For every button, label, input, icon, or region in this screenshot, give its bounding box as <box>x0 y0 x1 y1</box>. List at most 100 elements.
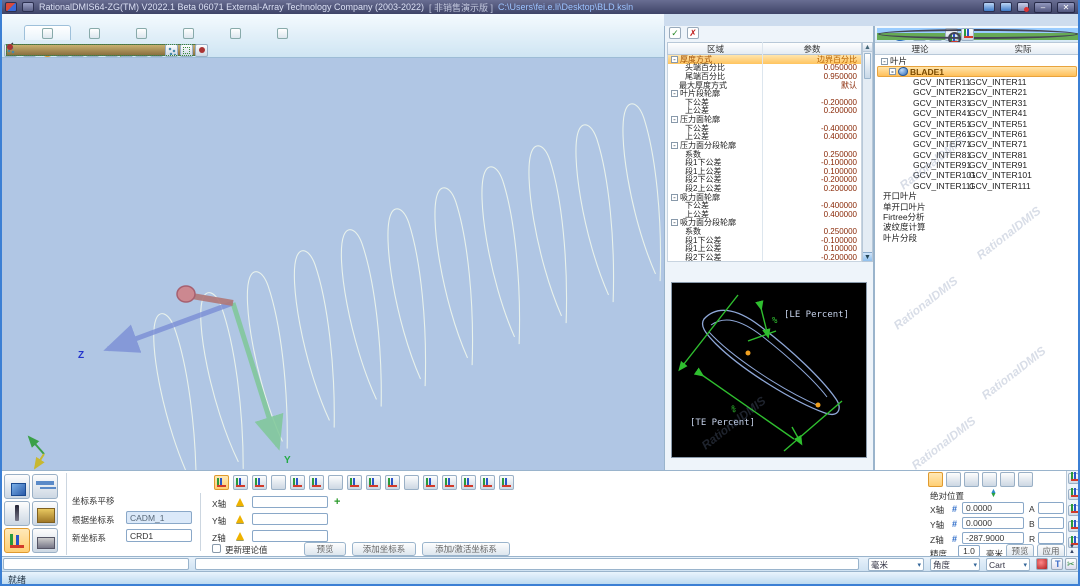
rotary-axis-value[interactable] <box>1038 532 1064 544</box>
coord-display-dropdown[interactable]: Cart ▾ <box>986 558 1030 571</box>
tree-item[interactable]: - BLADE1 <box>875 66 1080 76</box>
win-grid-icon[interactable] <box>1000 2 1012 12</box>
cs-axis-point-icon[interactable] <box>290 475 305 490</box>
y-translate-input[interactable] <box>252 513 328 525</box>
minimize-button[interactable]: – <box>1034 2 1052 13</box>
column-parameter[interactable]: 参数 <box>763 43 861 54</box>
camera-icon[interactable] <box>945 28 957 41</box>
ribbon-tab-graphics[interactable] <box>212 25 259 40</box>
preview-button[interactable]: 预览 <box>304 542 346 556</box>
text-tool-icon[interactable] <box>1051 558 1063 570</box>
unit-length-dropdown[interactable]: 毫米 ▾ <box>868 558 924 571</box>
zoom-window2-icon[interactable] <box>1068 505 1079 516</box>
scroll-down-icon[interactable]: ▼ <box>863 252 872 261</box>
add-activate-cs-button[interactable]: 添加/激活坐标系 <box>422 542 510 556</box>
machine-axis-value[interactable] <box>962 502 1024 514</box>
add-cs-button[interactable]: 添加坐标系 <box>352 542 416 556</box>
rotary-axis-value[interactable] <box>1038 517 1064 529</box>
cs-cad-align-icon[interactable] <box>404 475 419 490</box>
tree-item[interactable]: 叶片分段 <box>875 233 1080 243</box>
ribbon-tab-evaluate[interactable] <box>118 25 165 40</box>
lock-icon[interactable] <box>1017 2 1029 12</box>
refresh-position-icon[interactable]: ▲▼ <box>990 490 997 498</box>
probe-add-icon[interactable] <box>1000 472 1015 487</box>
machine-axis-value[interactable] <box>962 517 1024 529</box>
cs-3point-icon[interactable] <box>309 475 324 490</box>
param-scrollbar[interactable]: ▲ ▼ <box>862 42 873 262</box>
dock-scroll-icons[interactable]: ▼▲ <box>1069 545 1075 555</box>
close-button[interactable]: ✕ <box>1057 2 1075 13</box>
param-row[interactable]: 段2下公差 -0.200000 <box>668 253 861 262</box>
expander-icon[interactable]: - <box>881 58 888 65</box>
tree-item[interactable]: GCV_INTER21 GCV_INTER21 <box>875 87 1080 97</box>
x-translate-input[interactable] <box>252 496 328 508</box>
jog-icon[interactable]: # <box>952 504 957 514</box>
settings-gear-icon[interactable] <box>1068 521 1079 532</box>
unit-angle-dropdown[interactable]: 角度 ▾ <box>930 558 980 571</box>
base-cs-input[interactable] <box>126 511 192 524</box>
cs-best-fit-icon[interactable] <box>385 475 400 490</box>
rotary-axis-value[interactable] <box>1038 502 1064 514</box>
cs-fork-icon[interactable] <box>499 475 514 490</box>
tree-item[interactable]: GCV_INTER101 GCV_INTER101 <box>875 170 1080 180</box>
column-actual[interactable]: 实际 <box>965 43 1080 54</box>
tree-item[interactable]: GCV_INTER11 GCV_INTER11 <box>875 77 1080 87</box>
machine-axis-value[interactable] <box>962 532 1024 544</box>
tolerance-axes-icon[interactable] <box>961 28 973 41</box>
update-theory-checkbox[interactable] <box>212 544 221 553</box>
probe-vector-icon[interactable] <box>964 472 979 487</box>
apply-check-icon[interactable]: ✓ <box>669 27 681 39</box>
cs-iterate-icon[interactable] <box>423 475 438 490</box>
param-value[interactable]: 0.400000 <box>763 132 861 141</box>
tree-item[interactable]: GCV_INTER91 GCV_INTER91 <box>875 160 1080 170</box>
tree-item[interactable]: GCV_INTER31 GCV_INTER31 <box>875 98 1080 108</box>
win-layer-icon[interactable] <box>983 2 995 12</box>
cs-swap-axes-icon[interactable] <box>252 475 267 490</box>
cs-translate-icon[interactable] <box>214 475 229 490</box>
cs-level-icon[interactable] <box>271 475 286 490</box>
user-lock-icon[interactable] <box>195 44 207 57</box>
cs-matrix-icon[interactable] <box>347 475 362 490</box>
tree-item[interactable]: GCV_INTER41 GCV_INTER41 <box>875 108 1080 118</box>
ribbon-tab-report[interactable] <box>71 25 118 40</box>
caliper-icon[interactable] <box>32 474 58 499</box>
quick-menu-icon[interactable] <box>22 2 34 12</box>
cs-rotate-icon[interactable] <box>233 475 248 490</box>
expander-icon[interactable]: - <box>889 68 896 75</box>
probe-window-icon[interactable] <box>1068 489 1079 500</box>
close-x-icon[interactable]: ✗ <box>687 27 699 39</box>
cs-save-icon[interactable] <box>461 475 476 490</box>
column-region[interactable]: 区域 <box>668 43 763 54</box>
tree-item[interactable]: GCV_INTER61 GCV_INTER61 <box>875 129 1080 139</box>
cs-cube-icon[interactable] <box>328 475 343 490</box>
cs-rps-icon[interactable] <box>442 475 457 490</box>
param-value[interactable]: 0.400000 <box>763 210 861 219</box>
param-value[interactable]: 0.200000 <box>763 106 861 115</box>
column-theory[interactable]: 理论 <box>875 43 965 54</box>
probe-angle-icon[interactable] <box>4 501 30 526</box>
param-value[interactable]: 0.200000 <box>763 184 861 193</box>
cad-window-icon[interactable] <box>1068 473 1079 484</box>
jog-icon[interactable]: # <box>952 519 957 529</box>
cs-map-icon[interactable] <box>480 475 495 490</box>
scroll-thumb[interactable] <box>864 53 871 79</box>
tree-item[interactable]: - 叶片 <box>875 56 1080 66</box>
status-field-1[interactable] <box>3 558 189 570</box>
ribbon-tab-measure[interactable] <box>24 25 71 40</box>
cs-transform-icon[interactable] <box>366 475 381 490</box>
new-cs-input[interactable] <box>126 529 192 542</box>
home-position-icon[interactable] <box>1018 472 1033 487</box>
machine-fixture-icon[interactable] <box>32 528 58 553</box>
tree-item[interactable]: GCV_INTER51 GCV_INTER51 <box>875 118 1080 128</box>
cut-tool-icon[interactable] <box>1065 558 1077 570</box>
graphics-viewport[interactable]: Z Y <box>0 58 664 470</box>
ribbon-tab-machine[interactable] <box>165 25 212 40</box>
manual-mode-icon[interactable] <box>928 472 943 487</box>
tree-item[interactable]: GCV_INTER71 GCV_INTER71 <box>875 139 1080 149</box>
record-icon[interactable] <box>1036 558 1048 570</box>
jog-icon[interactable]: # <box>952 534 957 544</box>
z-translate-input[interactable] <box>252 530 328 542</box>
add-point-icon[interactable]: + <box>334 496 340 508</box>
joystick-icon[interactable] <box>982 472 997 487</box>
scroll-up-icon[interactable]: ▲ <box>863 43 872 52</box>
